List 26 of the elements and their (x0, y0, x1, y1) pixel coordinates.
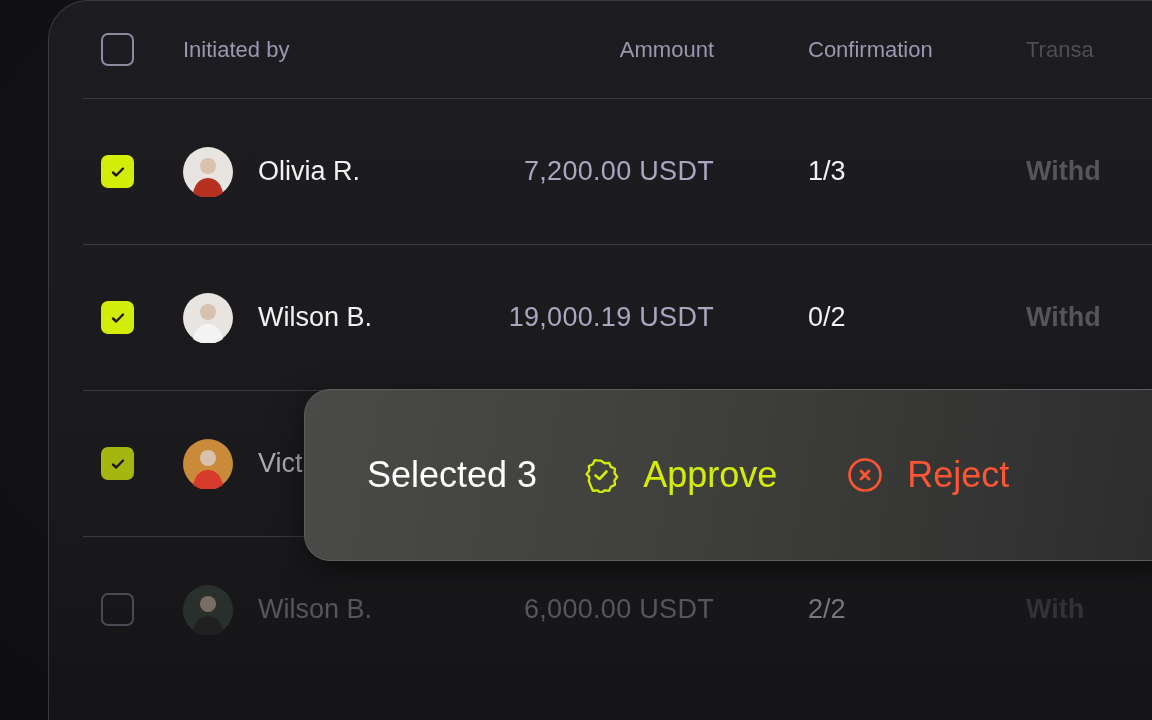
amount-text: 19,000.19 USDT (508, 302, 714, 332)
amount-text: 6,000.00 USDT (524, 594, 714, 624)
initiator-name: Olivia R. (258, 156, 360, 187)
transaction-type: Withd (1026, 302, 1101, 332)
reject-button[interactable]: Reject (847, 454, 1010, 496)
confirmation-count: 1/3 (808, 156, 846, 186)
badge-check-icon (583, 457, 620, 493)
column-header: Initiated by (183, 36, 290, 62)
select-all-checkbox[interactable] (101, 33, 134, 66)
avatar-icon (183, 438, 233, 489)
confirmation-count: 2/2 (808, 594, 846, 624)
initiator-name: Wilson B. (258, 302, 373, 333)
avatar-icon (183, 584, 233, 635)
row-checkbox[interactable] (101, 593, 134, 626)
avatar-icon (183, 146, 233, 197)
column-header: Confirmation (808, 36, 933, 62)
avatar-icon (183, 292, 233, 343)
amount-text: 7,200.00 USDT (524, 156, 714, 186)
initiator-name: Wilson B. (258, 594, 373, 625)
selected-count: Selected 3 (367, 454, 538, 496)
close-circle-icon (847, 457, 884, 493)
transaction-type: Withd (1026, 156, 1101, 186)
confirmation-count: 0/2 (808, 302, 846, 332)
column-header: Ammount (619, 36, 714, 62)
approve-button[interactable]: Approve (583, 454, 778, 496)
initiator-name: Vict (258, 448, 303, 479)
